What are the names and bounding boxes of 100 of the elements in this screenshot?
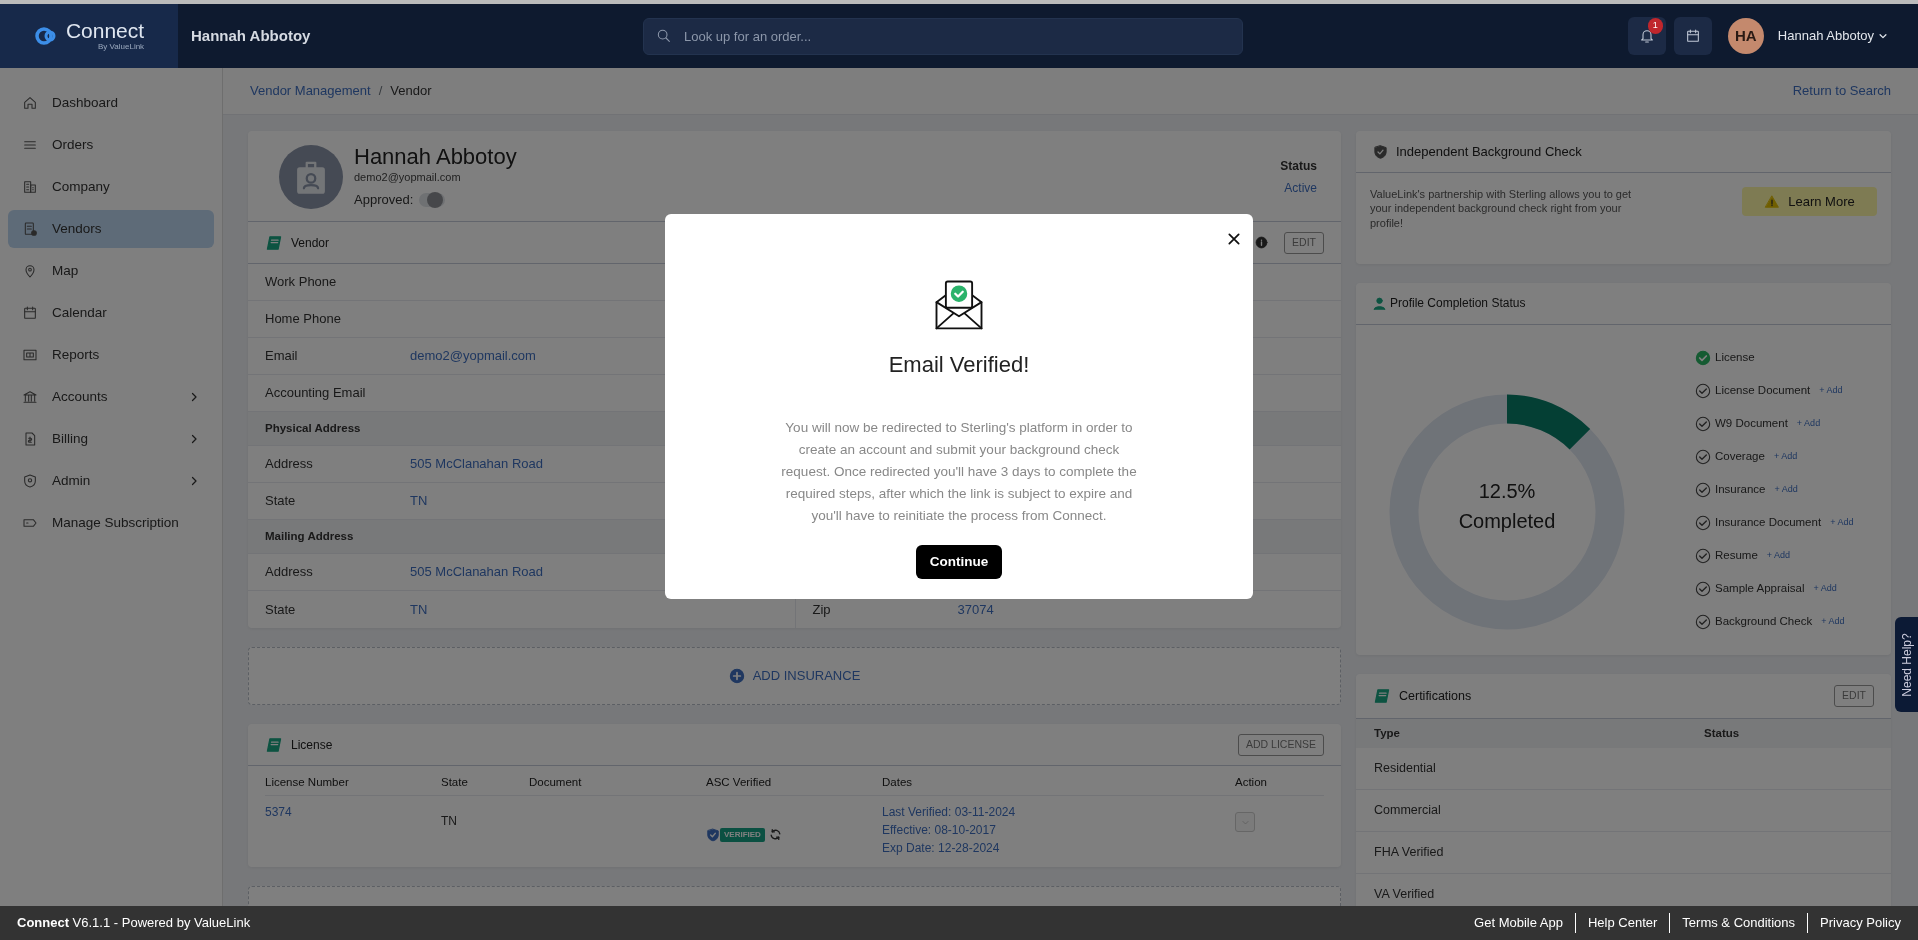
return-link[interactable]: Return to Search xyxy=(1792,81,1891,101)
home-icon xyxy=(22,95,38,111)
vendor-name: Hannah Abbotoy xyxy=(354,145,518,170)
completion-caption: Completed xyxy=(1457,508,1557,534)
checklist-label: Sample Appraisal xyxy=(1715,581,1805,597)
edit-button[interactable]: EDIT xyxy=(1834,685,1874,707)
field-label: Zip xyxy=(812,600,832,619)
column-header: Type xyxy=(1374,725,1401,741)
checklist-label: Background Check xyxy=(1715,614,1813,630)
license-date: Effective: 08-10-2017 xyxy=(882,822,997,840)
field-label: Address xyxy=(265,455,314,474)
sidebar-item[interactable]: Vendors xyxy=(8,210,214,248)
footer-text: Connect V6.1.1 - Powered by ValueLink xyxy=(17,914,251,933)
footer-link[interactable]: Terms & Conditions xyxy=(1669,913,1808,933)
page-title: Hannah Abbotoy xyxy=(191,25,312,46)
add-link[interactable]: + Add xyxy=(1774,483,1798,497)
table-cell-text: Commercial xyxy=(1374,802,1441,819)
field-label: Accounting Email xyxy=(265,384,367,403)
search-icon xyxy=(656,28,672,44)
sidebar-item[interactable]: Billing xyxy=(8,420,214,458)
sidebar-item[interactable]: Accounts xyxy=(8,378,214,416)
sidebar-item[interactable]: Reports xyxy=(8,336,214,374)
notification-count: 1 xyxy=(1647,18,1663,34)
add-license-button[interactable]: ADD LICENSE xyxy=(1237,733,1324,756)
checklist-label: Insurance xyxy=(1715,482,1766,498)
license-date: Last Verified: 03-11-2024 xyxy=(882,804,1017,822)
column-header: Document xyxy=(529,776,582,789)
notification-button[interactable]: 1 xyxy=(1627,17,1666,55)
plus-circle-icon xyxy=(728,668,745,685)
field-label: Home Phone xyxy=(265,310,342,329)
approved-toggle[interactable] xyxy=(419,193,446,208)
section-heading: Mailing Address xyxy=(265,529,354,545)
add-link[interactable]: + Add xyxy=(1813,582,1837,596)
book-icon xyxy=(1373,687,1391,704)
refresh-icon xyxy=(768,828,782,842)
add-link[interactable]: + Add xyxy=(1819,384,1843,398)
sidebar-item[interactable]: Orders xyxy=(8,126,214,164)
checklist-label: Coverage xyxy=(1715,449,1765,465)
add-insurance-button[interactable]: ADD INSURANCE xyxy=(722,665,867,687)
field-label: Work Phone xyxy=(265,273,338,292)
column-header: License Number xyxy=(265,776,349,789)
column-header: ASC Verified xyxy=(706,776,772,789)
add-link[interactable]: + Add xyxy=(1830,516,1854,530)
calendar-icon xyxy=(22,305,38,321)
add-link[interactable]: + Add xyxy=(1796,417,1821,431)
need-help-tab[interactable]: Need Help? xyxy=(1895,617,1918,712)
calendar-button[interactable] xyxy=(1673,17,1712,55)
shield-icon xyxy=(22,473,38,489)
field-value: TN xyxy=(410,600,428,619)
sidebar-item[interactable]: Admin xyxy=(8,462,214,500)
card-title: Vendor xyxy=(291,234,330,252)
bill-icon xyxy=(22,431,38,447)
info-icon xyxy=(1255,236,1269,250)
checklist-label: License xyxy=(1715,350,1755,366)
license-date: Exp Date: 12-28-2024 xyxy=(882,840,1001,858)
sidebar-item[interactable]: Calendar xyxy=(8,294,214,332)
warning-icon xyxy=(1764,194,1781,209)
book-icon xyxy=(265,234,283,251)
field-label: State xyxy=(265,600,297,619)
table-cell: TN xyxy=(441,814,457,829)
status-value: Active xyxy=(1283,180,1317,198)
field-value: 505 McClanahan Road xyxy=(410,455,543,474)
checklist-label: Resume xyxy=(1715,548,1758,564)
edit-button[interactable]: EDIT xyxy=(1284,231,1324,254)
shield-check-icon xyxy=(706,826,720,843)
bell-icon xyxy=(1638,28,1655,44)
brand-logo: Connect By ValueLink xyxy=(0,4,178,68)
table-cell-text: FHA Verified xyxy=(1374,844,1444,861)
add-link[interactable]: + Add xyxy=(1821,615,1845,629)
footer-link[interactable]: Get Mobile App xyxy=(1462,913,1575,933)
pin-icon xyxy=(22,263,38,279)
sidebar-item[interactable]: Company xyxy=(8,168,214,206)
building-icon xyxy=(22,179,38,195)
status-label: Status xyxy=(1280,158,1317,176)
add-link[interactable]: + Add xyxy=(1773,450,1798,464)
field-label: Address xyxy=(265,563,314,582)
learn-more-button[interactable]: Learn More xyxy=(1742,187,1877,216)
sidebar-item[interactable]: Map xyxy=(8,252,214,290)
sidebar-item[interactable]: Manage Subscription xyxy=(8,504,214,542)
calendar-icon xyxy=(1684,28,1701,44)
license-number-link[interactable]: 5374 xyxy=(265,805,292,820)
footer-link[interactable]: Privacy Policy xyxy=(1807,913,1901,933)
user-menu[interactable]: Hannah Abbotoy xyxy=(1771,25,1894,47)
card-title: Profile Completion Status xyxy=(1390,295,1526,313)
column-header: Action xyxy=(1235,776,1267,789)
breadcrumb-link[interactable]: Vendor Management xyxy=(250,81,371,101)
modal-title: Email Verified! xyxy=(888,351,1030,379)
continue-button[interactable]: Continue xyxy=(915,545,1003,580)
checklist-label: License Document xyxy=(1715,383,1811,399)
vendor-icon xyxy=(22,221,38,237)
field-label: State xyxy=(265,492,297,511)
field-value: TN xyxy=(410,492,428,511)
footer-link[interactable]: Help Center xyxy=(1575,913,1670,933)
table-cell-text: VA Verified xyxy=(1374,886,1435,903)
breadcrumb-current: Vendor xyxy=(390,82,432,101)
add-link[interactable]: + Add xyxy=(1766,549,1791,563)
sidebar-item[interactable]: Dashboard xyxy=(8,84,214,122)
card-title: License xyxy=(291,736,333,754)
vendor-email: demo2@yopmail.com xyxy=(354,170,462,186)
column-header: Dates xyxy=(882,776,913,789)
